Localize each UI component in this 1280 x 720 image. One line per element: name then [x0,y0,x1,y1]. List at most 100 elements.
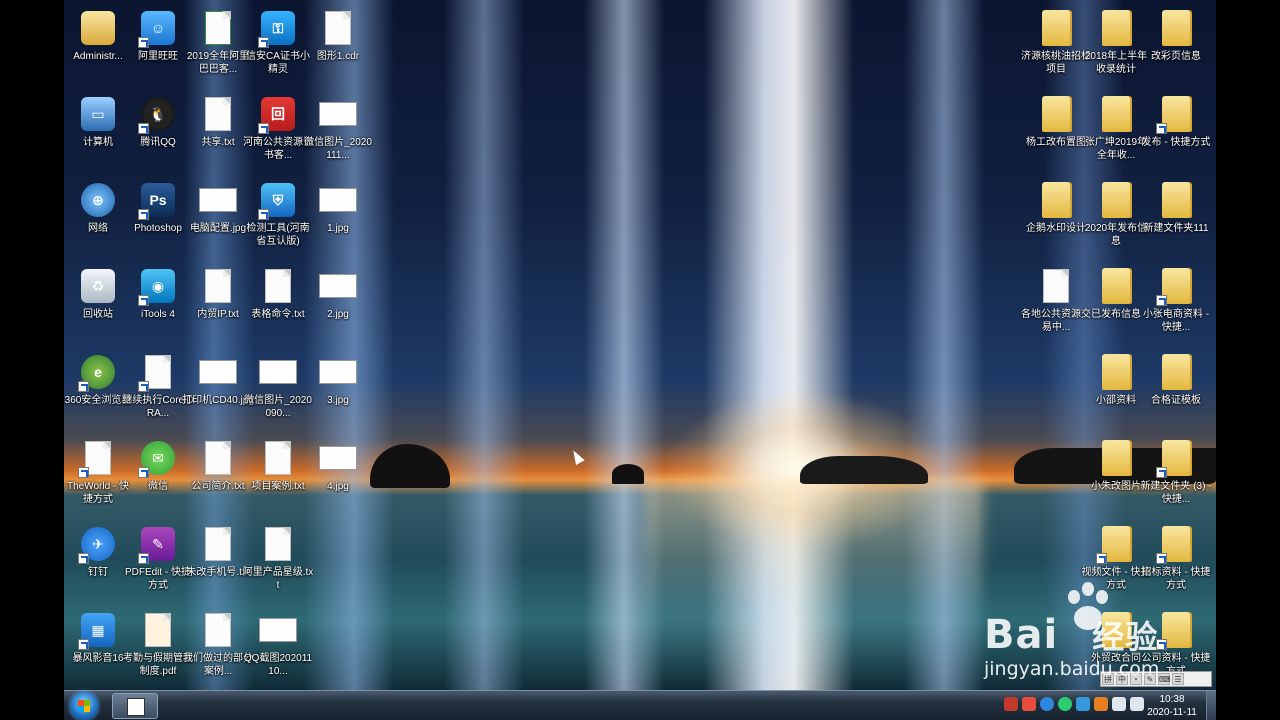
windows-logo-icon [78,700,90,712]
excel-file-icon [198,8,238,48]
shortcut-arrow-icon [138,295,149,306]
folder-icon [1096,94,1136,134]
folder-icon [1036,180,1076,220]
mouse-cursor [569,448,585,466]
shortcut-arrow-icon [138,209,149,220]
shortcut-arrow-icon [1156,295,1167,306]
security-icon[interactable] [1022,697,1036,711]
rock-silhouette [612,464,644,484]
browser-icon[interactable] [1040,697,1054,711]
folder-icon [1096,266,1136,306]
desktop-icon-label: 1.jpg [327,223,349,234]
desktop-icon[interactable]: 3.jpg [302,348,374,432]
key-icon: ⚿ [258,8,298,48]
shortcut-arrow-icon [258,123,269,134]
desktop-icon[interactable]: 微信图片_2020111... [302,90,374,174]
shortcut-arrow-icon [78,381,89,392]
desktop-icon[interactable]: 新建文件夹111 [1140,176,1212,260]
desktop-icon-label: 新建文件夹 (3) - 快捷... [1140,481,1212,505]
desktop-icon[interactable]: 1.jpg [302,176,374,260]
image-file-icon [258,352,298,392]
folder-shortcut-icon [1096,524,1136,564]
image-file-icon [318,94,358,134]
ime-icon[interactable] [1004,697,1018,711]
app-window-icon [78,438,118,478]
shortcut-arrow-icon [138,553,149,564]
rock-silhouette [800,456,928,484]
folder-shortcut-icon [1156,266,1196,306]
rock-silhouette [370,444,450,488]
text-file-icon [198,266,238,306]
folder-icon [1096,438,1136,478]
shortcut-arrow-icon [138,381,149,392]
pdf-file-icon [138,610,178,650]
shortcut-arrow-icon [258,209,269,220]
desktop-icon-label: 合格证模板 [1151,395,1201,406]
folder-icon [1096,352,1136,392]
text-file-icon [258,266,298,306]
desktop-icon[interactable]: 新建文件夹 (3) - 快捷... [1140,434,1212,518]
app-window-icon [138,352,178,392]
folder-icon [1096,8,1136,48]
folder-shortcut-icon [1156,524,1196,564]
wechat-icon: ✉ [138,438,178,478]
sun-reflection [644,480,984,690]
desktop-icon[interactable]: 发布 - 快捷方式 [1140,90,1212,174]
desktop-icon-label: 2.jpg [327,309,349,320]
shortcut-arrow-icon [138,37,149,48]
desktop-icon-label: 改彩页信息 [1151,51,1201,62]
photoshop-icon: Ps [138,180,178,220]
shortcut-arrow-icon [138,123,149,134]
watermark-brand: Bai 经验 [984,612,1159,658]
network-icon: ⊕ [78,180,118,220]
system-tray [1004,697,1144,711]
shortcut-arrow-icon [1156,553,1167,564]
text-file-icon [198,438,238,478]
desktop-icon[interactable]: 小张电商资料 - 快捷... [1140,262,1212,346]
desktop-icon[interactable]: 图形1.cdr [302,4,374,88]
taskbar: 10:38 2020-11-11 [64,690,1216,720]
desktop-icon[interactable]: 4.jpg [302,434,374,518]
app-window-icon [127,698,145,716]
network-tray-icon[interactable] [1112,697,1126,711]
text-file-icon [1036,266,1076,306]
shield-app-icon: ⛨ [258,180,298,220]
taskbar-clock[interactable]: 10:38 2020-11-11 [1142,693,1202,719]
image-file-icon [318,352,358,392]
shortcut-arrow-icon [1156,467,1167,478]
word-file-icon [198,610,238,650]
antivirus-icon[interactable] [1094,697,1108,711]
folder-icon [1156,8,1196,48]
start-button[interactable] [70,692,98,720]
shortcut-arrow-icon [138,467,149,478]
text-file-icon [258,438,298,478]
desktop-icon[interactable]: 合格证模板 [1140,348,1212,432]
baidu-jingyan-watermark: Bai 经验 jingyan.baidu.com [984,582,1214,682]
show-desktop-button[interactable] [1206,691,1216,720]
desktop-icon[interactable]: 2.jpg [302,262,374,346]
shield-tray-icon[interactable] [1076,697,1090,711]
desktop-icon-label: 新建文件夹111 [1143,223,1209,234]
desktop-icon[interactable]: QQ截图20201110... [242,606,314,690]
qq-icon: 🐧 [138,94,178,134]
desktop-icon-label: 小张电商资料 - 快捷... [1142,309,1210,333]
image-file-icon [318,266,358,306]
image-file-icon [198,352,238,392]
desktop-icon[interactable]: 阿里产品星级.txt [242,520,314,604]
folder-icon [1156,180,1196,220]
desktop-icon-label: 微信图片_2020111... [304,137,372,161]
certificate-app-icon: 回 [258,94,298,134]
clock-date: 2020-11-11 [1147,707,1197,718]
folder-shortcut-icon [1156,94,1196,134]
desktop-icon-label: 4.jpg [327,481,349,492]
desktop-icon[interactable]: 改彩页信息 [1140,4,1212,88]
folder-shortcut-icon [1156,438,1196,478]
folder-icon [1096,180,1136,220]
browser-360-icon: e [78,352,118,392]
image-file-icon [318,438,358,478]
watermark-url: jingyan.baidu.com [984,658,1160,680]
baofeng-icon: ▦ [78,610,118,650]
pdfedit-icon: ✎ [138,524,178,564]
wechat-tray-icon[interactable] [1058,697,1072,711]
taskbar-app-button[interactable] [112,693,158,719]
